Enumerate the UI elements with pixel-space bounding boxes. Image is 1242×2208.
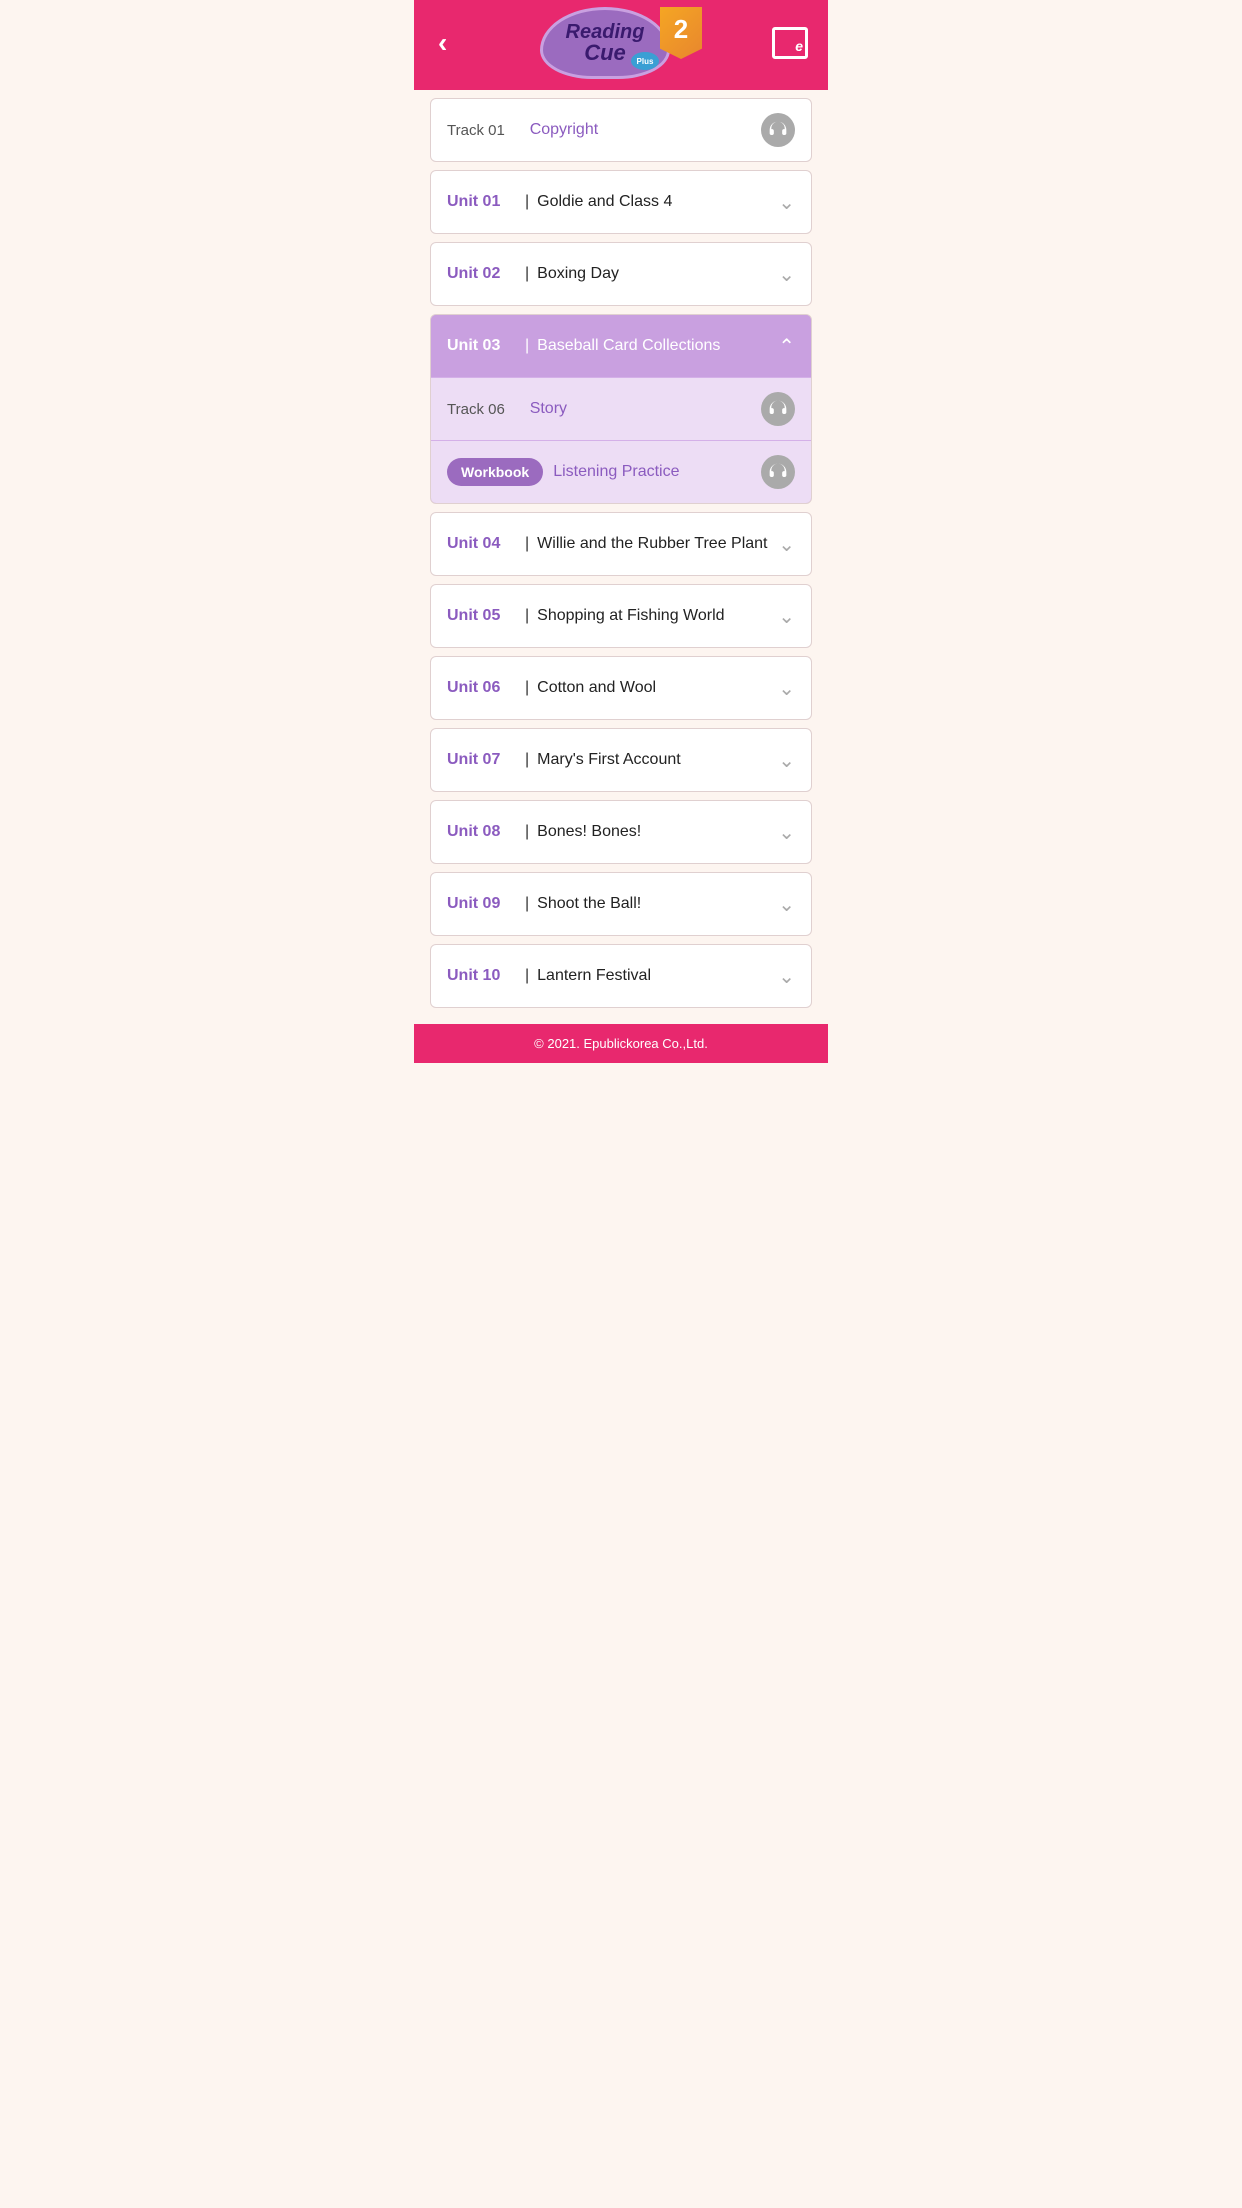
- ebook-button[interactable]: [768, 23, 812, 63]
- unit-06-label: Unit 06: [447, 679, 517, 697]
- unit-04-item: Unit 04 | Willie and the Rubber Tree Pla…: [430, 512, 812, 576]
- back-button[interactable]: ‹: [430, 23, 455, 63]
- headphone-icon-listening: [768, 462, 788, 482]
- track-01-item: Track 01 Copyright: [430, 98, 812, 162]
- unit-03-track06-divider: [513, 400, 522, 418]
- logo-container: Reading Cue Plus 2: [540, 7, 702, 79]
- unit-08-label: Unit 08: [447, 823, 517, 841]
- app-header: ‹ Reading Cue Plus 2: [414, 0, 828, 90]
- unit-03-listening-title: Listening Practice: [553, 463, 761, 481]
- unit-03-story-audio-button[interactable]: [761, 392, 795, 426]
- unit-05-divider: |: [525, 607, 529, 625]
- unit-10-title: Lantern Festival: [537, 967, 778, 985]
- unit-07-divider: |: [525, 751, 529, 769]
- unit-03-divider: |: [525, 337, 529, 355]
- unit-03-workbook-row[interactable]: Workbook Listening Practice: [431, 440, 811, 503]
- unit-05-label: Unit 05: [447, 607, 517, 625]
- unit-03-track06-label: Track 06: [447, 401, 505, 418]
- track-01-label: Track 01: [447, 122, 505, 139]
- headphone-icon-story: [768, 399, 788, 419]
- unit-08-item: Unit 08 | Bones! Bones! ⌄: [430, 800, 812, 864]
- unit-01-row[interactable]: Unit 01 | Goldie and Class 4 ⌄: [431, 171, 811, 233]
- logo-cue-text: Cue: [584, 42, 626, 64]
- unit-03-chevron: ⌃: [778, 334, 795, 359]
- unit-03-title: Baseball Card Collections: [537, 337, 778, 355]
- content-list: Track 01 Copyright Unit 01 | Goldie and …: [414, 90, 828, 1024]
- unit-01-label: Unit 01: [447, 193, 517, 211]
- unit-06-title: Cotton and Wool: [537, 679, 778, 697]
- track-01-title: Copyright: [530, 121, 761, 139]
- unit-10-item: Unit 10 | Lantern Festival ⌄: [430, 944, 812, 1008]
- unit-08-chevron: ⌄: [778, 820, 795, 845]
- headphone-icon: [768, 120, 788, 140]
- unit-03-track06-row[interactable]: Track 06 Story: [431, 377, 811, 440]
- unit-03-label: Unit 03: [447, 337, 517, 355]
- unit-08-divider: |: [525, 823, 529, 841]
- track-01-audio-button[interactable]: [761, 113, 795, 147]
- unit-01-chevron: ⌄: [778, 190, 795, 215]
- unit-10-row[interactable]: Unit 10 | Lantern Festival ⌄: [431, 945, 811, 1007]
- unit-08-row[interactable]: Unit 08 | Bones! Bones! ⌄: [431, 801, 811, 863]
- unit-08-title: Bones! Bones!: [537, 823, 778, 841]
- unit-10-label: Unit 10: [447, 967, 517, 985]
- unit-03-track06-title: Story: [530, 400, 761, 418]
- track-01-row[interactable]: Track 01 Copyright: [431, 99, 811, 161]
- unit-09-item: Unit 09 | Shoot the Ball! ⌄: [430, 872, 812, 936]
- unit-05-title: Shopping at Fishing World: [537, 607, 778, 625]
- level-badge: 2: [660, 7, 702, 59]
- ebook-icon: [772, 27, 808, 59]
- unit-07-row[interactable]: Unit 07 | Mary's First Account ⌄: [431, 729, 811, 791]
- unit-03-listening-audio-button[interactable]: [761, 455, 795, 489]
- unit-02-item: Unit 02 | Boxing Day ⌄: [430, 242, 812, 306]
- footer-text: © 2021. Epublickorea Co.,Ltd.: [534, 1036, 708, 1051]
- unit-02-label: Unit 02: [447, 265, 517, 283]
- unit-02-title: Boxing Day: [537, 265, 778, 283]
- unit-06-chevron: ⌄: [778, 676, 795, 701]
- app-footer: © 2021. Epublickorea Co.,Ltd.: [414, 1024, 828, 1063]
- unit-10-divider: |: [525, 967, 529, 985]
- unit-04-title: Willie and the Rubber Tree Plant: [537, 535, 778, 553]
- unit-06-divider: |: [525, 679, 529, 697]
- unit-09-divider: |: [525, 895, 529, 913]
- unit-04-divider: |: [525, 535, 529, 553]
- unit-02-chevron: ⌄: [778, 262, 795, 287]
- logo-badge: Reading Cue Plus: [540, 7, 670, 79]
- unit-04-chevron: ⌄: [778, 532, 795, 557]
- unit-01-title: Goldie and Class 4: [537, 193, 778, 211]
- logo-plus-badge: Plus: [631, 52, 659, 70]
- unit-01-divider: |: [525, 193, 529, 211]
- unit-07-chevron: ⌄: [778, 748, 795, 773]
- unit-07-item: Unit 07 | Mary's First Account ⌄: [430, 728, 812, 792]
- unit-07-title: Mary's First Account: [537, 751, 778, 769]
- level-number: 2: [674, 14, 688, 45]
- unit-07-label: Unit 07: [447, 751, 517, 769]
- unit-02-divider: |: [525, 265, 529, 283]
- unit-02-row[interactable]: Unit 02 | Boxing Day ⌄: [431, 243, 811, 305]
- unit-09-chevron: ⌄: [778, 892, 795, 917]
- unit-06-item: Unit 06 | Cotton and Wool ⌄: [430, 656, 812, 720]
- unit-05-row[interactable]: Unit 05 | Shopping at Fishing World ⌄: [431, 585, 811, 647]
- unit-05-chevron: ⌄: [778, 604, 795, 629]
- unit-03-item: Unit 03 | Baseball Card Collections ⌃ Tr…: [430, 314, 812, 504]
- unit-09-row[interactable]: Unit 09 | Shoot the Ball! ⌄: [431, 873, 811, 935]
- unit-01-item: Unit 01 | Goldie and Class 4 ⌄: [430, 170, 812, 234]
- unit-04-label: Unit 04: [447, 535, 517, 553]
- unit-09-title: Shoot the Ball!: [537, 895, 778, 913]
- workbook-badge: Workbook: [447, 458, 543, 486]
- unit-05-item: Unit 05 | Shopping at Fishing World ⌄: [430, 584, 812, 648]
- unit-10-chevron: ⌄: [778, 964, 795, 989]
- unit-03-row[interactable]: Unit 03 | Baseball Card Collections ⌃: [431, 315, 811, 377]
- logo-reading-text: Reading: [566, 22, 645, 42]
- track-01-divider: [513, 121, 522, 139]
- unit-09-label: Unit 09: [447, 895, 517, 913]
- unit-04-row[interactable]: Unit 04 | Willie and the Rubber Tree Pla…: [431, 513, 811, 575]
- unit-06-row[interactable]: Unit 06 | Cotton and Wool ⌄: [431, 657, 811, 719]
